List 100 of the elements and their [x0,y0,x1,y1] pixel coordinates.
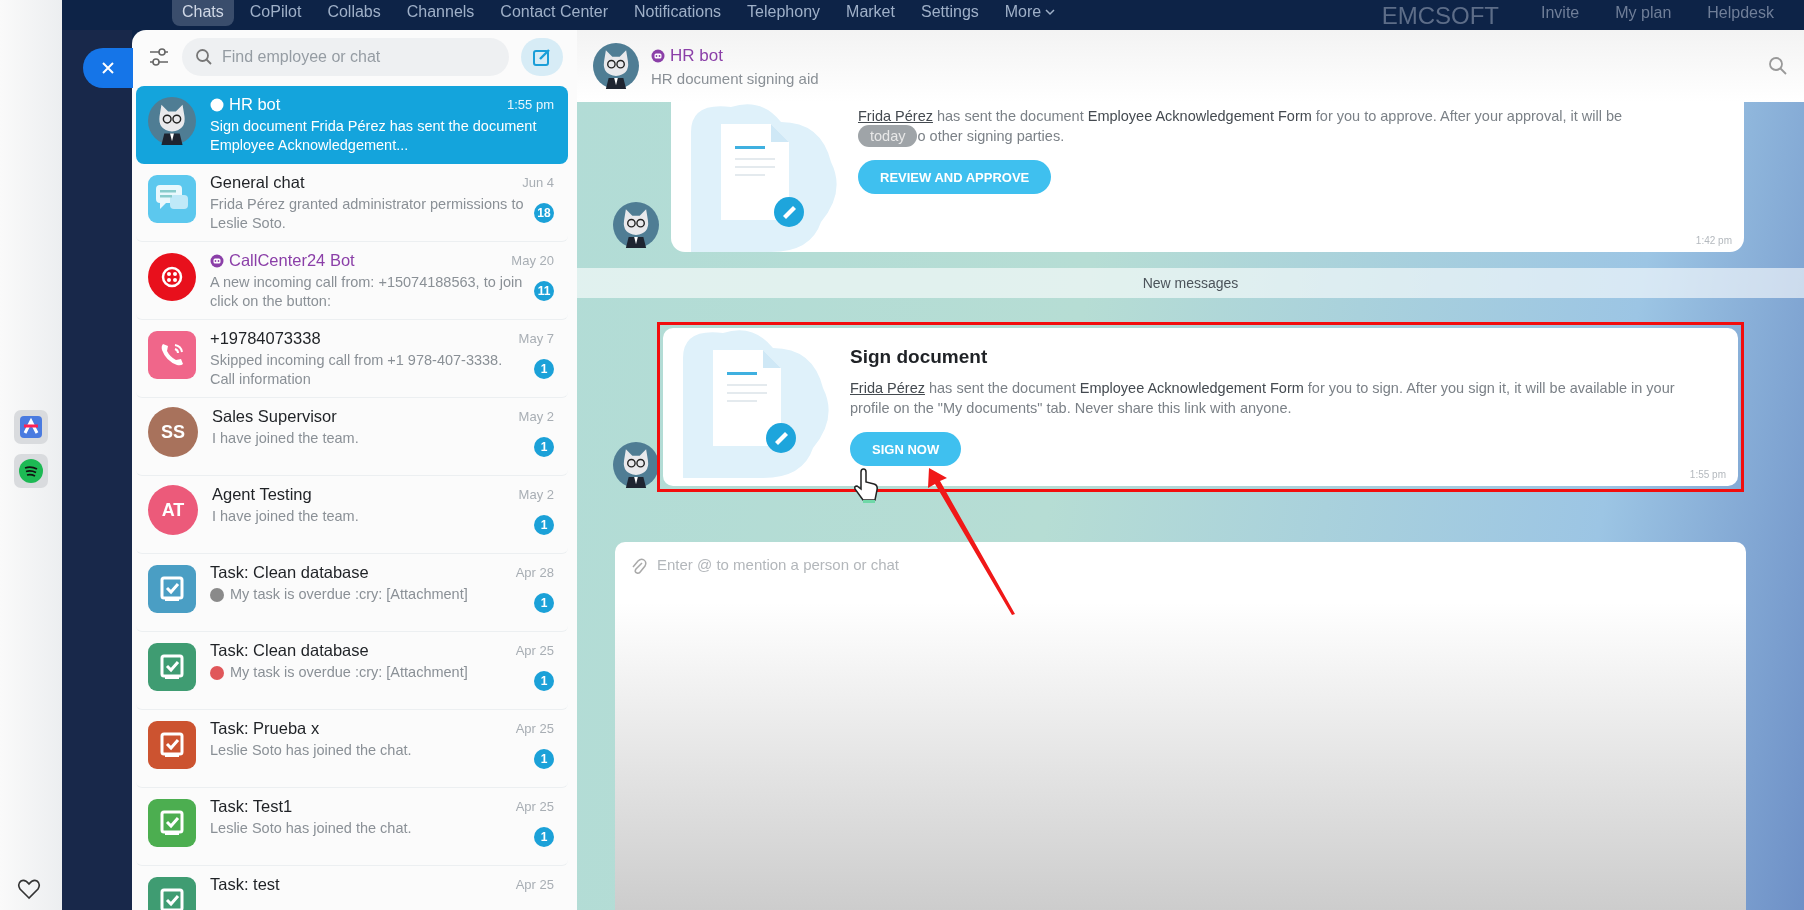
chat-time: Apr 25 [515,643,554,658]
divider-label: New messages [1142,275,1239,291]
unread-count: 18 [534,203,554,223]
message-preview: Leslie Soto has joined the chat. [210,819,413,838]
top-link[interactable]: My plan [1615,4,1672,22]
unread-count: 1 [534,437,554,457]
bot-avatar [613,442,659,488]
app-icon[interactable] [14,410,48,444]
paperclip-icon[interactable] [631,558,647,576]
search-icon[interactable] [1768,56,1788,76]
chat-title: Sales Supervisor [212,407,338,426]
unread-count: 11 [534,281,554,301]
chat-title: Task: test [210,875,281,894]
message-preview: Leslie Soto has joined the chat. [210,741,413,760]
chat-title: Agent Testing [212,485,313,504]
phone-icon [148,331,196,379]
edit-icon [532,47,552,67]
chat-list-item[interactable]: Task: Clean database Apr 28 My task is overdue :cry: [Attachment] 1 [136,554,568,632]
filter-icon[interactable] [148,47,170,67]
nav-tab[interactable]: Settings [910,0,989,26]
chat-title: Task: Test1 [210,797,294,816]
chat-time: May 2 [518,487,554,502]
chat-title: Task: Clean database [210,641,370,660]
top-link[interactable]: Helpdesk [1707,4,1774,22]
call-center-logo-icon [148,253,196,301]
chevron-down-icon [1045,8,1056,16]
chat-title: Task: Prueba x [210,719,321,738]
chat-title: +19784073338 [210,329,322,348]
chat-time: Jun 4 [522,175,554,190]
chat-bubbles-icon [148,175,196,223]
chat-list-item[interactable]: Task: Clean database Apr 25 My task is overdue :cry: [Attachment] 1 [136,632,568,710]
chat-title: General chat [210,173,306,192]
close-button[interactable] [83,48,133,88]
unread-count: 1 [534,359,554,379]
message-preview: I have joined the team. [212,507,360,526]
nav-tab[interactable]: Chats [172,0,234,26]
chat-list-item[interactable]: Task: Test1 Apr 25 Leslie Soto has joined the chat. 1 [136,788,568,866]
unread-count: 1 [534,593,554,613]
chat-list-item[interactable]: Task: test Apr 25 [136,866,568,910]
bot-icon [651,48,665,63]
nav-tab[interactable]: Contact Center [490,0,618,26]
unread-count: 1 [534,671,554,691]
unread-count: 1 [534,749,554,769]
message-text: Frida Pérez has sent the document Employee Acknowledgement Form for you to sign. After you sign it, it will be available in your profile on the "My documents" tab. Never share this link with anyone. [850,379,1676,418]
chat-list-item[interactable]: AT Agent Testing May 2 I have joined the team. 1 [136,476,568,554]
initials-avatar: AT [148,485,198,535]
chat-time: Apr 28 [515,565,554,580]
chat-time: Apr 25 [515,877,554,892]
message-text: Frida Pérez has sent the document Employee Acknowledgement Form for you to approve. After your approval, it will be today o other signing parties. [858,106,1684,146]
message-time: 1:55 pm [1689,469,1726,480]
nav-tab[interactable]: Channels [396,0,485,26]
message-preview: My task is overdue :cry: [Attachment] [230,663,469,682]
author-link[interactable]: Frida Pérez [850,380,925,396]
new-chat-button[interactable] [521,38,563,76]
message-preview: A new incoming call from: +15074188563, to join click on the button: [210,273,524,311]
chat-title: CallCenter24 Bot [229,251,356,270]
nav-tab[interactable]: CoPilot [239,0,312,26]
heart-icon[interactable] [17,878,41,900]
author-link[interactable]: Frida Pérez [858,108,933,124]
bot-icon [210,97,224,112]
bot-icon [210,253,224,268]
bot-avatar [593,43,639,89]
chat-list-item[interactable]: General chat Jun 4 Frida Pérez granted administrator permissions to Leslie Soto. 18 [136,164,568,242]
music-app-icon[interactable] [14,454,48,488]
chat-list-item[interactable]: CallCenter24 Bot May 20 A new incoming call from: +15074188563, to join click on the button: 11 [136,242,568,320]
unread-count: 1 [534,827,554,847]
unread-count: 1 [534,515,554,535]
nav-tab[interactable]: Telephony [737,0,831,26]
chat-list-item[interactable]: Task: Prueba x Apr 25 Leslie Soto has joined the chat. 1 [136,710,568,788]
chat-time: May 7 [518,331,554,346]
chat-time: May 2 [518,409,554,424]
top-link[interactable]: Invite [1541,4,1580,22]
nav-tab[interactable]: Notifications [623,0,732,26]
message-time: 1:42 pm [1695,235,1732,246]
message-input-field[interactable]: Enter @ to mention a person or chat [615,542,1746,910]
date-pill: today [858,125,918,147]
nav-tab[interactable]: Collabs [317,0,391,26]
close-icon [101,61,115,75]
company-name: EMCSOFT [1381,2,1499,30]
message-preview: I have joined the team. [212,429,360,448]
chat-list-item[interactable]: +19784073338 May 7 Skipped incoming call from +1 978-407-3338. Call information 1 [136,320,568,398]
search-icon [195,48,213,66]
search-field[interactable]: Find employee or chat [182,38,509,76]
message-preview: Frida Pérez granted administrator permissions to Leslie Soto. [210,195,525,233]
initials-avatar: SS [148,407,198,457]
chat-list-item[interactable]: SS Sales Supervisor May 2 I have joined the team. 1 [136,398,568,476]
chat-header-subtitle: HR document signing aid [651,69,820,87]
chat-time: 1:55 pm [507,97,554,112]
message-preview: Skipped incoming call from +1 978-407-3338. Call information [210,351,504,389]
bot-avatar [148,97,196,145]
message-preview: My task is overdue :cry: [Attachment] [230,585,469,604]
nav-tab[interactable]: Market [836,0,905,26]
chat-title: Task: Clean database [210,563,370,582]
message-preview: Sign document Frida Pérez has sent the document Employee Acknowledgement... [210,117,538,155]
bot-avatar [613,202,659,248]
nav-tab[interactable]: More [994,0,1066,26]
chat-header-title: HR bot [670,45,723,66]
chat-time: Apr 25 [515,799,554,814]
chat-time: May 20 [511,253,554,268]
chat-title: HR bot [229,95,282,114]
